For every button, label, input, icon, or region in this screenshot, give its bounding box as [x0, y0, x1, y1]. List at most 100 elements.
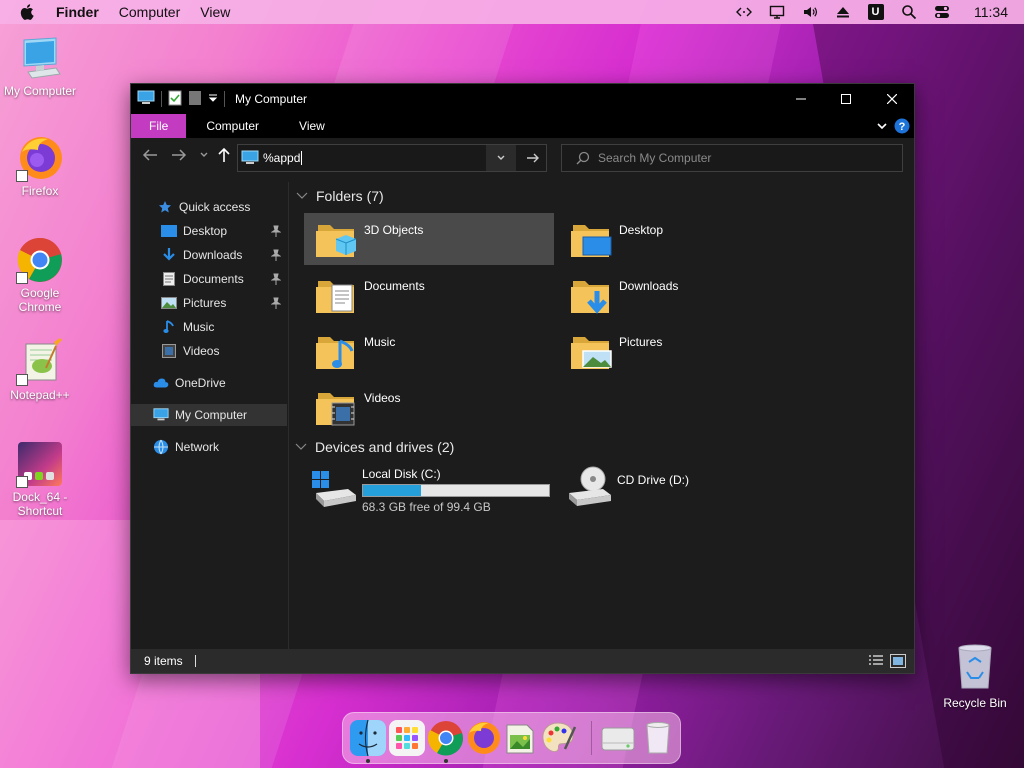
folder-tile-downloads[interactable]: Downloads	[559, 269, 809, 321]
sidebar-item-quick-access[interactable]: Quick access	[131, 196, 287, 218]
dock-finder-icon[interactable]	[349, 719, 387, 763]
desktop-icon-my-computer[interactable]: My Computer	[0, 34, 80, 98]
menu-view[interactable]: View	[200, 4, 230, 20]
desktop-icon-recycle-bin[interactable]: Recycle Bin	[938, 642, 1012, 710]
search-box[interactable]: Search My Computer	[561, 144, 903, 172]
dock-firefox-icon[interactable]	[464, 719, 502, 757]
dock-drive-icon[interactable]	[599, 719, 637, 757]
monitor-icon[interactable]	[760, 0, 793, 24]
sidebar-item-onedrive[interactable]: OneDrive	[131, 372, 287, 394]
desktop-icon-notepadpp[interactable]: Notepad++	[0, 338, 80, 402]
menu-clock[interactable]: 11:34	[958, 4, 1024, 20]
folder-tile-3d-objects[interactable]: 3D Objects	[304, 213, 554, 265]
shortcut-arrow-icon	[16, 374, 28, 386]
computer-icon	[241, 150, 259, 166]
back-button[interactable]	[139, 144, 161, 166]
drive-local-disk-c[interactable]: Local Disk (C:) 68.3 GB free of 99.4 GB	[304, 463, 554, 515]
apple-icon[interactable]	[20, 0, 38, 24]
cd-drive-icon	[565, 465, 613, 509]
sidebar-item-label: Desktop	[183, 224, 228, 238]
help-icon[interactable]: ?	[894, 118, 910, 137]
code-arrows-icon[interactable]	[727, 0, 760, 24]
desktop-icon-label: Firefox	[21, 184, 59, 198]
up-button[interactable]	[213, 144, 235, 166]
desktop-icon-firefox[interactable]: Firefox	[0, 134, 80, 198]
folder-videos-icon	[314, 385, 358, 429]
search-icon	[576, 151, 590, 165]
large-icons-view-icon[interactable]	[890, 654, 906, 668]
folder-music-icon	[314, 329, 358, 373]
folder-3d-objects-icon	[314, 217, 358, 261]
sidebar-item-network[interactable]: Network	[131, 436, 287, 458]
sidebar-item-music[interactable]: Music	[131, 316, 287, 338]
eject-icon[interactable]	[826, 0, 859, 24]
folder-label: Documents	[364, 279, 425, 293]
sidebar-item-desktop[interactable]: Desktop	[131, 220, 287, 242]
search-icon[interactable]	[892, 0, 925, 24]
desktop-icon-chrome[interactable]: Google Chrome	[0, 236, 80, 314]
sidebar-item-pictures[interactable]: Pictures	[131, 292, 287, 314]
desktop-icon-dock-shortcut[interactable]: Dock_64 - Shortcut	[0, 440, 80, 518]
folder-tile-videos[interactable]: Videos	[304, 381, 554, 433]
folder-label: Pictures	[619, 335, 663, 349]
forward-button[interactable]	[168, 144, 190, 166]
folder-tile-music[interactable]: Music	[304, 325, 554, 377]
sidebar-item-label: Quick access	[179, 200, 251, 214]
folder-tile-documents[interactable]: Documents	[304, 269, 554, 321]
go-button[interactable]	[519, 144, 547, 172]
notepadpp-icon	[16, 338, 64, 386]
volume-icon[interactable]	[793, 0, 826, 24]
address-bar[interactable]: %appd	[237, 144, 547, 172]
close-button[interactable]	[869, 84, 915, 114]
sidebar-item-documents[interactable]: Documents	[131, 268, 287, 290]
dock-chrome-icon[interactable]	[427, 719, 465, 763]
drive-cd-drive-d[interactable]: CD Drive (D:)	[559, 463, 809, 515]
documents-icon	[161, 271, 177, 287]
shortcut-arrow-icon	[16, 170, 28, 182]
new-folder-icon[interactable]	[188, 90, 202, 109]
control-center-icon[interactable]	[925, 0, 958, 24]
tab-file[interactable]: File	[131, 114, 187, 138]
desktop-icon-label: Notepad++	[10, 388, 70, 402]
folder-tile-desktop[interactable]: Desktop	[559, 213, 809, 265]
recycle-bin-label: Recycle Bin	[943, 696, 1007, 710]
maximize-button[interactable]	[823, 84, 869, 114]
pin-icon[interactable]	[270, 249, 282, 261]
pin-icon[interactable]	[270, 225, 282, 237]
desktop-icon-label: My Computer	[3, 84, 77, 98]
details-view-icon[interactable]	[868, 654, 884, 668]
dock-divider	[591, 721, 592, 755]
expand-ribbon-icon[interactable]	[876, 120, 888, 135]
firefox-icon	[16, 134, 64, 182]
dock-trash-icon[interactable]	[639, 719, 677, 757]
dock-launchpad-icon[interactable]	[388, 719, 426, 757]
drive-usage-bar	[362, 484, 550, 497]
recent-locations-button[interactable]	[193, 144, 215, 166]
ribbon-tabs: File Computer View ?	[131, 114, 914, 138]
sidebar-item-downloads[interactable]: Downloads	[131, 244, 287, 266]
title-bar[interactable]: My Computer	[131, 84, 914, 114]
minimize-button[interactable]	[778, 84, 824, 114]
address-dropdown-button[interactable]	[486, 145, 516, 171]
star-icon	[157, 199, 173, 215]
properties-icon[interactable]	[168, 90, 182, 109]
devices-group-header[interactable]: Devices and drives (2)	[295, 439, 454, 455]
customize-qa-icon[interactable]	[208, 92, 218, 106]
computer-icon	[16, 34, 64, 82]
item-count: 9 items	[144, 654, 183, 668]
folder-tile-pictures[interactable]: Pictures	[559, 325, 809, 377]
sidebar-item-my-computer[interactable]: My Computer	[131, 404, 287, 426]
menu-computer[interactable]: Computer	[119, 4, 180, 20]
folder-label: Desktop	[619, 223, 664, 237]
folder-documents-icon	[314, 273, 358, 317]
dock-paint-icon[interactable]	[539, 719, 577, 757]
tab-view[interactable]: View	[279, 114, 345, 138]
dock-image-viewer-icon[interactable]	[501, 719, 539, 757]
pin-icon[interactable]	[270, 297, 282, 309]
sidebar-item-videos[interactable]: Videos	[131, 340, 287, 362]
u-app-icon[interactable]: U	[859, 0, 892, 24]
address-input[interactable]: %appd	[263, 151, 303, 165]
tab-computer[interactable]: Computer	[186, 114, 279, 138]
pin-icon[interactable]	[270, 273, 282, 285]
menu-app-name[interactable]: Finder	[56, 4, 99, 20]
